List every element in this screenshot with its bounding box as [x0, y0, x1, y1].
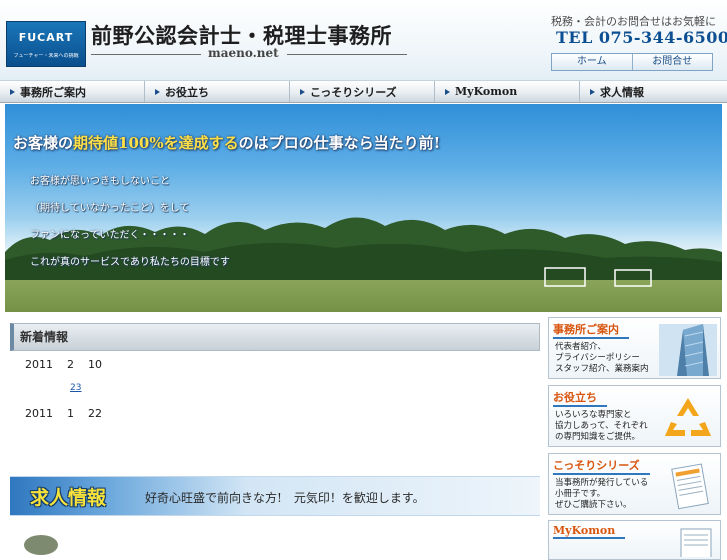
side-box-title: お役立ち	[553, 389, 607, 407]
staff-photo	[24, 535, 58, 555]
document-icon	[680, 528, 712, 557]
news-year: 2011	[25, 358, 53, 371]
soccer-goal-image	[544, 267, 652, 287]
side-box-office[interactable]: 事務所ご案内 代表者紹介、 プライバシーポリシー スタッフ紹介、業務案内	[548, 317, 721, 379]
nav-item-label: 求人情報	[600, 85, 644, 99]
logo-tagline: フューチャー・未来への挑戦	[13, 53, 79, 59]
recruit-title: 求人情報	[30, 487, 107, 509]
side-box-line: の専門知識をご提供。	[555, 432, 641, 442]
building-icon	[659, 324, 717, 376]
nav-item-label: 事務所ご案内	[20, 85, 86, 99]
nav-item-label: お役立ち	[165, 85, 209, 99]
recruit-banner[interactable]: 求人情報 好奇心旺盛で前向きな方! 元気印！を歓迎します。	[10, 476, 540, 516]
site-header: FUCART フューチャー・未来への挑戦 前野公認会計士・税理士事務所 maen…	[0, 0, 727, 80]
contact-lead: 税務・会計のお問合せはお気軽に	[551, 15, 716, 28]
side-box-useful[interactable]: お役立ち いろいろな専門家と 協力しあって、それぞれ の専門知識をご提供。	[548, 385, 721, 447]
hero-headline: お客様の期待値100%を達成するのはプロの仕事なら当たり前!	[13, 132, 440, 153]
news-section: 新着情報 2011 2 10 23 2011 1 22	[10, 323, 540, 473]
arrow-right-icon	[445, 88, 450, 95]
title-rule-right	[287, 54, 407, 55]
title-rule-left	[91, 54, 201, 55]
nav-item-useful[interactable]: お役立ち	[145, 81, 290, 102]
recycle-icon	[665, 398, 711, 436]
header-buttons: ホーム お問合せ	[551, 53, 713, 71]
recruit-text: 好奇心旺盛で前向きな方! 元気印！を歓迎します。	[145, 491, 425, 505]
side-box-mykomon[interactable]: MyKomon	[548, 520, 721, 560]
side-box-title: 事務所ご案内	[553, 321, 629, 339]
hero-line-3: ファンになっていただく・・・・・	[30, 230, 190, 241]
news-month: 1	[67, 407, 74, 420]
headline-post: のはプロの仕事なら当たり前!	[238, 134, 441, 152]
hero-line-4: これが真のサービスであり私たちの目標です	[30, 257, 230, 268]
arrow-right-icon	[10, 88, 15, 95]
news-heading: 新着情報	[10, 323, 540, 351]
arrow-right-icon	[300, 88, 305, 95]
headline-pre: お客様の	[13, 134, 74, 152]
logo-mark: FUCART	[18, 31, 74, 44]
home-button[interactable]: ホーム	[552, 54, 632, 70]
news-day: 10	[88, 358, 102, 371]
news-year: 2011	[25, 407, 53, 420]
main-nav: 事務所ご案内 お役立ち こっそりシリーズ MyKomon 求人情報	[0, 80, 727, 103]
contact-button[interactable]: お問合せ	[631, 54, 713, 70]
nav-item-label: MyKomon	[455, 85, 518, 98]
phone-number: TEL 075-344-6500	[556, 28, 727, 47]
side-box-title: MyKomon	[553, 524, 626, 539]
booklet-icon	[671, 463, 709, 510]
news-month: 2	[67, 358, 74, 371]
news-day: 22	[88, 407, 102, 420]
side-box-line: ぜひご購読下さい。	[555, 500, 632, 510]
headline-highlight: 期待値100%を達成する	[73, 134, 239, 152]
arrow-right-icon	[590, 88, 595, 95]
site-domain: maeno.net	[208, 46, 279, 60]
arrow-right-icon	[155, 88, 160, 95]
nav-item-recruit[interactable]: 求人情報	[580, 81, 725, 102]
nav-item-label: こっそりシリーズ	[310, 85, 397, 99]
nav-item-kossori[interactable]: こっそりシリーズ	[290, 81, 435, 102]
side-box-kossori[interactable]: こっそりシリーズ 当事務所が発行している 小冊子です。 ぜひご購読下さい。	[548, 453, 721, 515]
fucart-logo[interactable]: FUCART フューチャー・未来への挑戦	[6, 21, 86, 67]
hero-banner: お客様の期待値100%を達成するのはプロの仕事なら当たり前! お客様が思いつきも…	[5, 104, 722, 312]
nav-item-office[interactable]: 事務所ご案内	[0, 81, 145, 102]
nav-item-mykomon[interactable]: MyKomon	[435, 81, 580, 102]
news-date: 2011 2 10	[25, 358, 116, 371]
side-box-line: スタッフ紹介、業務案内	[555, 364, 649, 374]
hero-line-2: （期待していなかったこと）をして	[30, 203, 190, 214]
side-box-title: こっそりシリーズ	[553, 457, 650, 475]
hero-line-1: お客様が思いつきもしないこと	[30, 176, 170, 187]
news-link[interactable]: 23	[70, 383, 81, 393]
news-date: 2011 1 22	[25, 407, 116, 420]
